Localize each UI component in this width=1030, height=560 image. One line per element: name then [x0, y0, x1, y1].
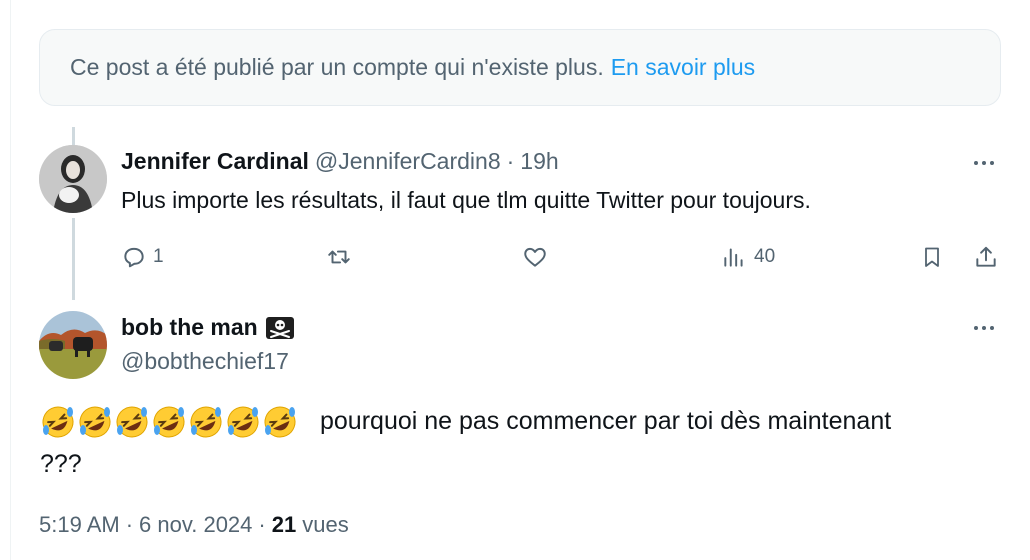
reply-separator: · [506, 148, 515, 174]
views-button[interactable]: 40 [720, 244, 775, 270]
bookmark-button[interactable] [920, 244, 944, 270]
meta-separator: · [125, 512, 134, 537]
repost-button[interactable] [325, 244, 353, 270]
views-label: vues [302, 512, 349, 537]
main-text-line2: ??? [40, 450, 82, 478]
reply-header: Jennifer Cardinal @JenniferCardin8 · 19h [121, 148, 559, 175]
share-button[interactable] [973, 244, 999, 270]
rofl-emoji-row [40, 404, 298, 440]
rofl-emoji-icon [153, 406, 185, 438]
repost-icon [328, 250, 350, 264]
reply-handle[interactable]: @JenniferCardin8 [315, 148, 501, 175]
main-handle[interactable]: @bobthechief17 [121, 348, 289, 375]
reply-count: 1 [153, 246, 164, 267]
main-author-row: bob the man [121, 314, 294, 341]
thread-connector-top [72, 127, 75, 145]
skull-crossbones-icon [265, 316, 294, 339]
main-author-name[interactable]: bob the man [121, 314, 258, 341]
post-time[interactable]: 5:19 AM [39, 512, 120, 538]
avatar-jennifer[interactable] [39, 145, 107, 213]
rofl-emoji-icon [190, 406, 222, 438]
deleted-account-notice: Ce post a été publié par un compte qui n… [39, 29, 1001, 106]
notice-text: Ce post a été publié par un compte qui n… [70, 54, 604, 80]
bookmark-icon [925, 247, 939, 267]
reply-text: Plus importe les résultats, il faut que … [121, 187, 811, 213]
avatar-bob[interactable] [39, 311, 107, 379]
like-button[interactable] [521, 244, 549, 270]
rofl-emoji-icon [227, 406, 259, 438]
learn-more-link[interactable]: En savoir plus [611, 54, 755, 81]
share-icon [976, 246, 996, 267]
rofl-emoji-icon [42, 406, 74, 438]
rofl-emoji-icon [116, 406, 148, 438]
analytics-icon [724, 248, 743, 267]
reply-button[interactable]: 1 [121, 244, 164, 270]
views-count: 21 [271, 512, 297, 537]
main-text: pourquoi ne pas commencer par toi dès ma… [320, 407, 892, 435]
heart-icon [524, 247, 546, 267]
reply-author-name[interactable]: Jennifer Cardinal [121, 148, 309, 175]
rofl-emoji-icon [79, 406, 111, 438]
thread-connector [72, 218, 75, 300]
meta-separator-2: · [258, 512, 266, 537]
reply-views-count: 40 [754, 246, 776, 267]
rofl-emoji-icon [264, 406, 296, 438]
comment-icon [124, 247, 144, 268]
post-meta: 5:19 AM · 6 nov. 2024 · 21 vues [39, 512, 349, 538]
main-more-icon[interactable] [974, 326, 994, 330]
reply-time[interactable]: 19h [520, 148, 558, 175]
post-date[interactable]: 6 nov. 2024 [139, 512, 252, 538]
reply-more-icon[interactable] [974, 161, 994, 165]
